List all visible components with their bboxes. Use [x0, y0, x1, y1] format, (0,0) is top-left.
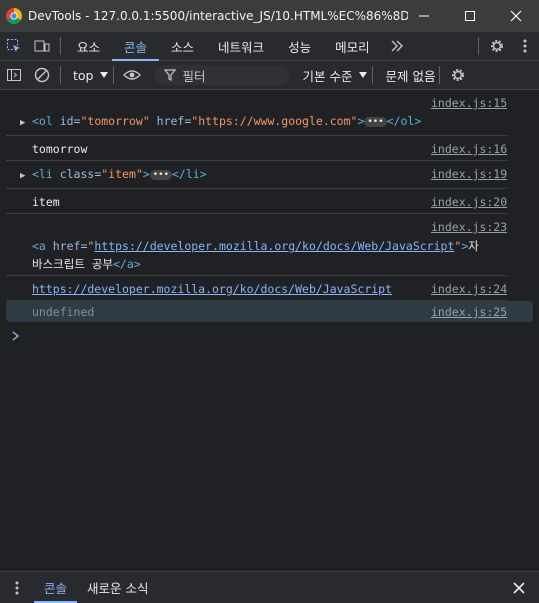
clear-console-button[interactable] [28, 61, 56, 89]
expand-triangle-icon[interactable]: ▶ [20, 118, 32, 128]
href-link[interactable]: https://developer.mozilla.org/ko/docs/We… [94, 239, 454, 253]
log-level-value: 기본 수준 [302, 68, 353, 84]
source-link[interactable]: index.js:19 [431, 167, 507, 181]
close-drawer-button[interactable] [505, 574, 533, 602]
tab-sources[interactable]: 소스 [159, 32, 206, 60]
log-url-link[interactable]: https://developer.mozilla.org/ko/docs/We… [32, 282, 392, 296]
source-link[interactable]: index.js:24 [431, 282, 507, 296]
window-titlebar: DevTools - 127.0.0.1:5500/interactive_JS… [0, 0, 539, 32]
console-output: index.js:15 ▶ <ol id="tomorrow" href="htt… [0, 90, 539, 570]
tab-network[interactable]: 네트워크 [206, 32, 276, 60]
kebab-menu-icon [15, 581, 19, 594]
close-window-button[interactable] [493, 0, 539, 32]
console-message: index.js:23 <a href="https://developer.m… [6, 214, 507, 276]
chevron-right-icon [12, 331, 20, 341]
maximize-icon [465, 11, 475, 21]
minimize-icon [419, 15, 429, 17]
filter-placeholder: 필터 [182, 68, 206, 84]
tab-console[interactable]: 콘솔 [112, 32, 160, 61]
href-link[interactable]: "https://www.google.com" [191, 114, 357, 128]
console-message: index.js:15 ▶ <ol id="tomorrow" href="htt… [6, 90, 507, 136]
console-message: index.js:19 ▶ <li class="item"> ••• </li> [6, 161, 507, 189]
ellipsis-icon[interactable]: ••• [364, 116, 387, 127]
console-message: index.js:20 item [6, 189, 507, 214]
console-message: index.js:24 https://developer.mozilla.or… [6, 276, 507, 301]
clear-block-icon [34, 67, 50, 83]
sidebar-icon [7, 69, 21, 81]
console-toolbar: top 필터 기본 수준 문제 없음 [0, 61, 539, 90]
chrome-logo-icon [6, 8, 22, 24]
settings-button[interactable] [483, 32, 511, 60]
log-level-dropdown[interactable]: 기본 수준 [302, 66, 368, 85]
inspect-cursor-icon [7, 39, 20, 52]
expand-triangle-icon[interactable]: ▶ [20, 171, 32, 181]
context-selector[interactable]: top [73, 68, 109, 83]
device-toolbar-button[interactable] [28, 32, 56, 60]
source-link[interactable]: index.js:15 [431, 96, 507, 110]
drawer-tab-whats-new[interactable]: 새로운 소식 [77, 572, 158, 603]
toggle-sidebar-button[interactable] [0, 61, 28, 89]
gear-icon [491, 40, 503, 52]
console-prompt[interactable] [12, 330, 20, 345]
device-mobile-icon [34, 40, 50, 52]
source-link[interactable]: index.js:23 [431, 220, 507, 234]
maximize-button[interactable] [447, 0, 493, 32]
inspect-element-button[interactable] [0, 32, 28, 60]
caret-down-icon [359, 72, 368, 78]
close-icon [513, 581, 525, 594]
ellipsis-icon[interactable]: ••• [149, 169, 172, 180]
eye-icon [123, 70, 142, 80]
tab-performance[interactable]: 성능 [276, 32, 323, 60]
minimize-button[interactable] [401, 0, 447, 32]
caret-down-icon [100, 72, 109, 78]
drawer-tabbar: 콘솔 새로운 소식 [0, 571, 539, 603]
devtools-tabbar: 요소 콘솔 소스 네트워크 성능 메모리 [0, 32, 539, 61]
filter-funnel-icon [164, 69, 177, 81]
kebab-menu-icon [523, 39, 527, 53]
console-message: index.js:16 tomorrow [6, 136, 507, 161]
issues-counter[interactable]: 문제 없음 [385, 66, 435, 85]
more-tabs-button[interactable] [382, 32, 412, 60]
source-link[interactable]: index.js:16 [431, 142, 507, 156]
console-settings-button[interactable] [444, 61, 472, 89]
close-icon [510, 10, 522, 22]
source-link[interactable]: index.js:25 [431, 305, 507, 319]
live-expression-button[interactable] [118, 61, 146, 89]
gear-icon [452, 69, 465, 81]
console-message-selected: index.js:25 undefined [6, 301, 533, 322]
tab-elements[interactable]: 요소 [65, 32, 112, 60]
chevron-double-right-icon [391, 40, 403, 52]
drawer-menu-button[interactable] [0, 574, 34, 602]
window-title: DevTools - 127.0.0.1:5500/interactive_JS… [28, 9, 408, 23]
context-value: top [73, 67, 94, 83]
filter-input[interactable]: 필터 [154, 65, 291, 85]
source-link[interactable]: index.js:20 [431, 195, 507, 209]
more-options-button[interactable] [511, 32, 539, 60]
drawer-tab-console[interactable]: 콘솔 [34, 572, 78, 603]
tab-memory[interactable]: 메모리 [323, 32, 382, 60]
